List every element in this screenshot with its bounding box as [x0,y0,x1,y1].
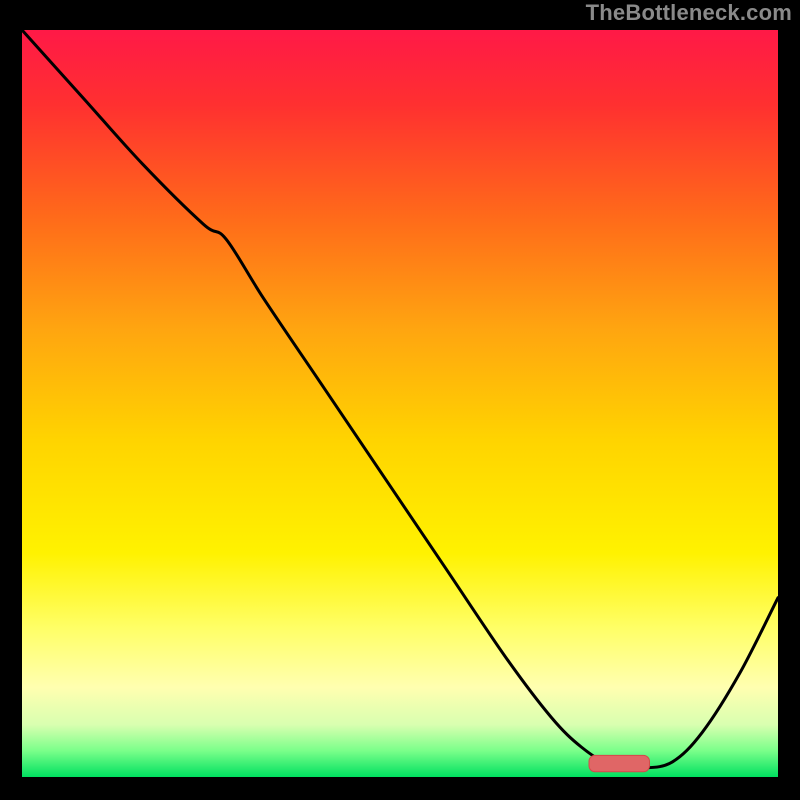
chart-stage: TheBottleneck.com [0,0,800,800]
watermark-text: TheBottleneck.com [586,0,792,26]
chart-svg [22,30,778,777]
gradient-background [22,30,778,777]
optimal-marker [589,755,649,771]
plot-area [22,30,778,777]
